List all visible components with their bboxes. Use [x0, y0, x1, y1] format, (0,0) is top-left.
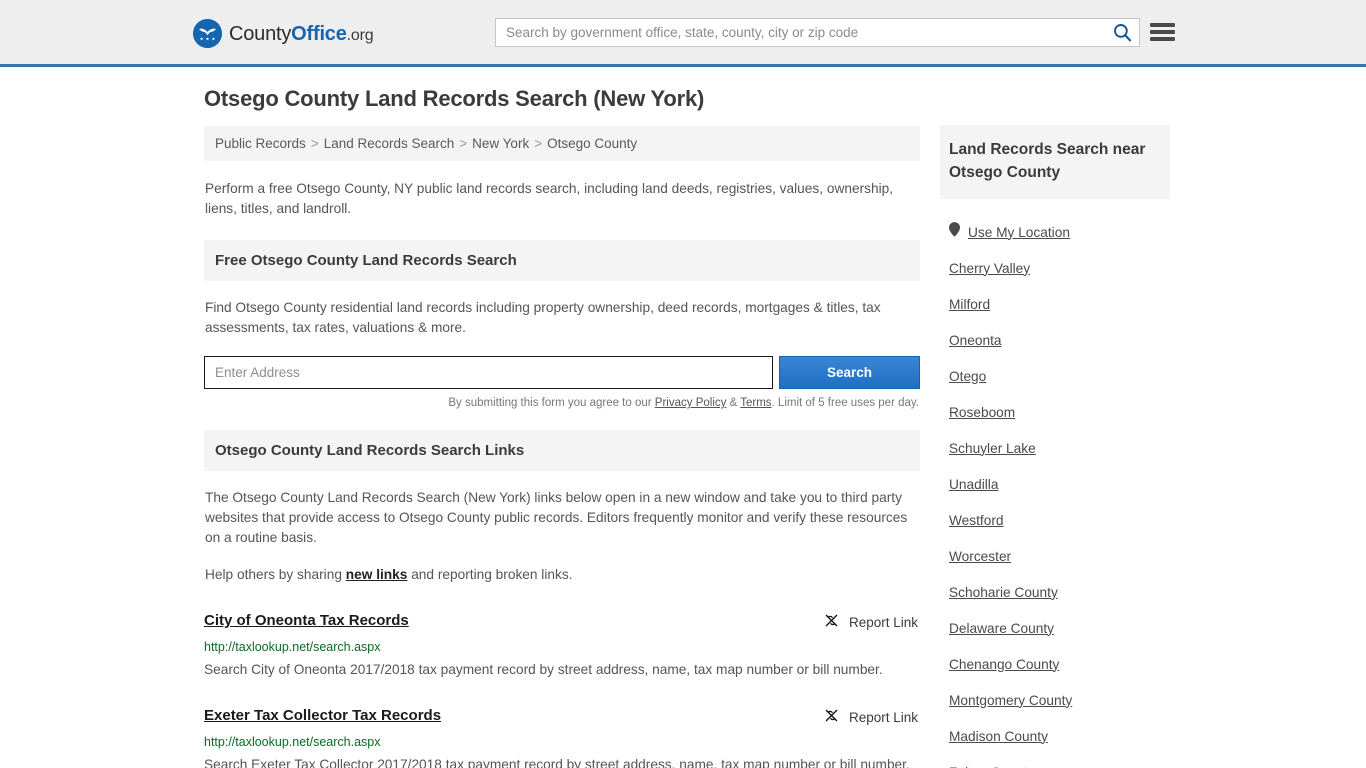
report-link-label: Report Link: [849, 615, 918, 630]
logo-wordmark: CountyOffice.org: [229, 24, 373, 44]
page-title: Otsego County Land Records Search (New Y…: [204, 86, 920, 112]
link-result-url: http://taxlookup.net/search.aspx: [204, 640, 920, 654]
sidebar: Land Records Search near Otsego County U…: [940, 125, 1170, 768]
sidebar-item-cherry-valley[interactable]: Cherry Valley: [940, 250, 1170, 286]
link-result-url: http://taxlookup.net/search.aspx: [204, 735, 920, 749]
sidebar-nearby-list: Use My Location Cherry Valley Milford On…: [940, 214, 1170, 768]
logo-word-county: County: [229, 23, 291, 45]
sidebar-item-madison-county[interactable]: Madison County: [940, 718, 1170, 754]
sidebar-link-label[interactable]: Otego: [949, 369, 986, 384]
disclaimer-prefix: By submitting this form you agree to our: [448, 397, 654, 409]
map-pin-icon: [949, 222, 960, 242]
hamburger-bar: [1150, 23, 1175, 27]
breadcrumb: Public Records > Land Records Search > New Y…: [204, 126, 920, 161]
sidebar-link-label[interactable]: Fulton County: [949, 765, 1034, 768]
sidebar-link-label[interactable]: Westford: [949, 513, 1004, 528]
global-search-bar[interactable]: [495, 18, 1140, 47]
broken-link-icon: [823, 707, 840, 727]
site-logo[interactable]: CountyOffice.org: [193, 19, 373, 48]
link-result-title[interactable]: Exeter Tax Collector Tax Records: [204, 707, 441, 724]
help-others-paragraph: Help others by sharing new links and rep…: [205, 565, 920, 585]
logo-word-org: .org: [347, 27, 374, 44]
link-result-description: Search City of Oneonta 2017/2018 tax pay…: [204, 659, 920, 680]
report-link-button[interactable]: Report Link: [823, 612, 920, 632]
new-links-link[interactable]: new links: [346, 567, 408, 582]
page-body: Otsego County Land Records Search (New Y…: [0, 67, 1366, 768]
hamburger-menu-icon[interactable]: [1150, 20, 1175, 44]
sidebar-link-label[interactable]: Delaware County: [949, 621, 1054, 636]
disclaimer-amp: &: [726, 397, 740, 409]
sidebar-item-schuyler-lake[interactable]: Schuyler Lake: [940, 430, 1170, 466]
breadcrumb-item-new-york[interactable]: New York: [472, 136, 529, 151]
sidebar-item-schoharie-county[interactable]: Schoharie County: [940, 574, 1170, 610]
sidebar-item-milford[interactable]: Milford: [940, 286, 1170, 322]
links-section-paragraph: The Otsego County Land Records Search (N…: [205, 488, 920, 548]
address-search-button[interactable]: Search: [779, 356, 920, 389]
free-search-description: Find Otsego County residential land reco…: [205, 298, 920, 338]
help-suffix: and reporting broken links.: [407, 567, 572, 582]
sidebar-item-use-my-location[interactable]: Use My Location: [940, 214, 1170, 250]
help-prefix: Help others by sharing: [205, 567, 346, 582]
link-result-description: Search Exeter Tax Collector 2017/2018 ta…: [204, 754, 920, 768]
sidebar-item-oneonta[interactable]: Oneonta: [940, 322, 1170, 358]
sidebar-link-label[interactable]: Milford: [949, 297, 990, 312]
free-search-heading: Free Otsego County Land Records Search: [204, 240, 920, 281]
address-input[interactable]: [204, 356, 773, 389]
report-link-button[interactable]: Report Link: [823, 707, 920, 727]
sidebar-item-fulton-county[interactable]: Fulton County: [940, 754, 1170, 768]
link-result-title[interactable]: City of Oneonta Tax Records: [204, 612, 409, 629]
sidebar-link-label[interactable]: Madison County: [949, 729, 1048, 744]
eagle-shield-icon: [193, 19, 222, 48]
address-search-form: Search: [204, 356, 920, 389]
form-disclaimer: By submitting this form you agree to our…: [204, 397, 920, 409]
sidebar-link-label[interactable]: Unadilla: [949, 477, 998, 492]
sidebar-item-otego[interactable]: Otego: [940, 358, 1170, 394]
sidebar-link-label[interactable]: Cherry Valley: [949, 261, 1030, 276]
sidebar-link-label[interactable]: Montgomery County: [949, 693, 1072, 708]
sidebar-item-montgomery-county[interactable]: Montgomery County: [940, 682, 1170, 718]
sidebar-link-label[interactable]: Schuyler Lake: [949, 441, 1036, 456]
link-result-item: City of Oneonta Tax Records Report Link …: [204, 612, 920, 680]
report-link-label: Report Link: [849, 710, 918, 725]
links-section-heading: Otsego County Land Records Search Links: [204, 430, 920, 471]
sidebar-item-delaware-county[interactable]: Delaware County: [940, 610, 1170, 646]
sidebar-link-label[interactable]: Worcester: [949, 549, 1011, 564]
sidebar-item-unadilla[interactable]: Unadilla: [940, 466, 1170, 502]
main-content-column: Otsego County Land Records Search (New Y…: [204, 86, 920, 768]
site-header: CountyOffice.org: [0, 0, 1366, 67]
link-result-header: Exeter Tax Collector Tax Records Report …: [204, 707, 920, 727]
sidebar-item-westford[interactable]: Westford: [940, 502, 1170, 538]
disclaimer-suffix: . Limit of 5 free uses per day.: [772, 397, 919, 409]
sidebar-link-label[interactable]: Use My Location: [968, 225, 1070, 240]
logo-word-office: Office: [291, 23, 346, 45]
broken-link-icon: [823, 612, 840, 632]
sidebar-item-chenango-county[interactable]: Chenango County: [940, 646, 1170, 682]
privacy-policy-link[interactable]: Privacy Policy: [655, 397, 727, 409]
link-result-item: Exeter Tax Collector Tax Records Report …: [204, 707, 920, 768]
hamburger-bar: [1150, 30, 1175, 34]
intro-paragraph: Perform a free Otsego County, NY public …: [205, 179, 919, 219]
sidebar-item-worcester[interactable]: Worcester: [940, 538, 1170, 574]
breadcrumb-separator: >: [311, 136, 319, 151]
terms-link[interactable]: Terms: [740, 397, 771, 409]
sidebar-link-label[interactable]: Roseboom: [949, 405, 1015, 420]
breadcrumb-separator: >: [459, 136, 467, 151]
search-icon[interactable]: [1105, 19, 1139, 46]
link-result-header: City of Oneonta Tax Records Report Link: [204, 612, 920, 632]
sidebar-link-label[interactable]: Schoharie County: [949, 585, 1058, 600]
breadcrumb-item-otsego-county[interactable]: Otsego County: [547, 136, 637, 151]
sidebar-heading: Land Records Search near Otsego County: [940, 125, 1170, 199]
global-search-input[interactable]: [496, 19, 1105, 46]
sidebar-item-roseboom[interactable]: Roseboom: [940, 394, 1170, 430]
hamburger-bar: [1150, 37, 1175, 41]
breadcrumb-separator: >: [534, 136, 542, 151]
sidebar-link-label[interactable]: Chenango County: [949, 657, 1059, 672]
breadcrumb-item-public-records[interactable]: Public Records: [215, 136, 306, 151]
breadcrumb-item-land-records-search[interactable]: Land Records Search: [324, 136, 455, 151]
sidebar-link-label[interactable]: Oneonta: [949, 333, 1002, 348]
